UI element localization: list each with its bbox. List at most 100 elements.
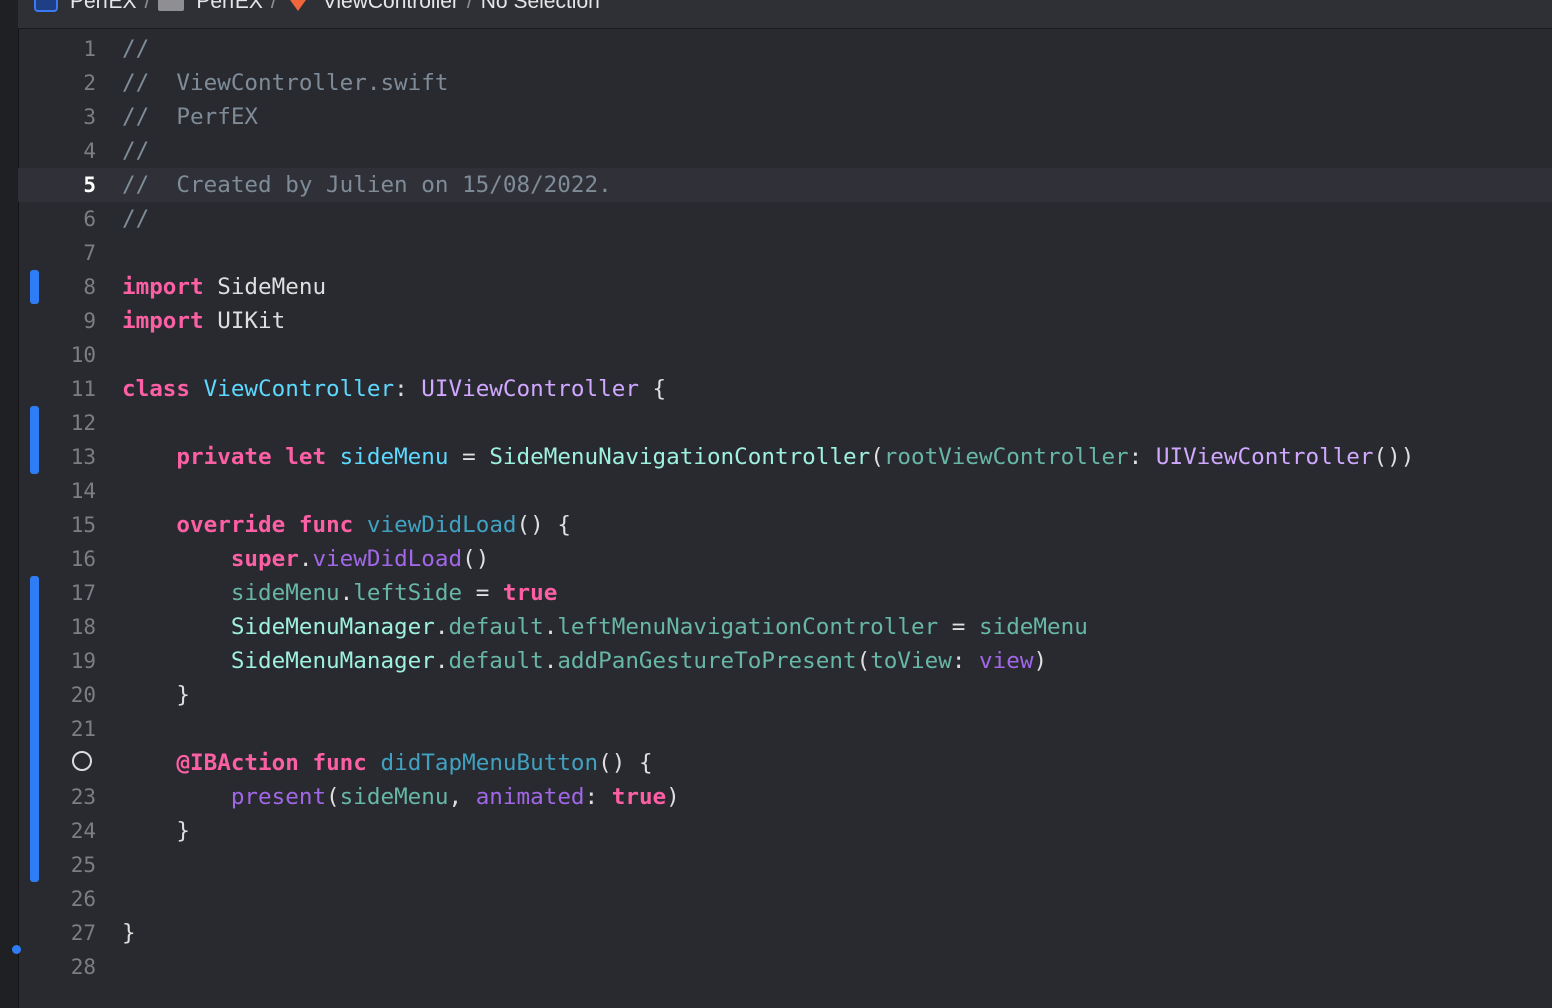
code-token: . — [434, 614, 449, 640]
breadcrumb: PerfEX / PerfEX / ViewController / No Se… — [34, 0, 600, 14]
code-line[interactable]: 11 class ViewController: UIViewController… — [18, 372, 1552, 406]
line-number: 15 — [70, 513, 96, 537]
code-content: super.viewDidLoad() — [122, 542, 489, 576]
line-number: 28 — [70, 955, 96, 979]
line-number: 10 — [70, 343, 96, 367]
code-token: } — [122, 920, 136, 946]
code-token: SideMenuManager — [230, 648, 435, 674]
line-number: 27 — [70, 921, 96, 945]
code-content: SideMenuManager.default.leftMenuNavigati… — [122, 610, 1088, 644]
code-token: true — [611, 784, 667, 810]
code-line[interactable]: 24 } — [18, 814, 1552, 848]
code-line[interactable]: 4 // — [18, 134, 1552, 168]
code-line[interactable]: 16 super.viewDidLoad() — [18, 542, 1552, 576]
code-content: } — [122, 678, 190, 712]
code-content: // PerfEX — [122, 100, 258, 134]
code-token: ) — [666, 784, 680, 810]
code-token: . — [434, 648, 449, 674]
code-line[interactable]: 14 — [18, 474, 1552, 508]
code-content: sideMenu.leftSide = true — [122, 576, 558, 610]
folder-icon — [158, 0, 185, 11]
breadcrumb-project[interactable]: PerfEX — [34, 0, 137, 14]
code-token: viewDidLoad — [366, 512, 517, 538]
code-token: import — [122, 274, 204, 300]
line-number: 26 — [70, 887, 96, 911]
code-token: () { — [598, 750, 653, 776]
code-line[interactable]: 18 SideMenuManager.default.leftMenuNavig… — [18, 610, 1552, 644]
code-line[interactable]: 12 — [18, 406, 1552, 440]
code-token: : — [584, 784, 612, 810]
code-token: // ViewController.swift — [122, 70, 449, 96]
code-line[interactable]: 27} — [18, 916, 1552, 950]
code-token: present — [230, 784, 327, 810]
breadcrumb-selection[interactable]: No Selection — [481, 0, 600, 14]
breadcrumb-folder[interactable]: PerfEX — [158, 0, 263, 14]
code-token: ViewController — [203, 376, 395, 402]
code-token: = — [462, 580, 503, 606]
code-token: func — [298, 512, 354, 538]
line-number: 13 — [70, 445, 96, 469]
code-content: // Created by Julien on 15/08/2022. — [122, 168, 612, 202]
code-content: import UIKit — [122, 304, 285, 338]
ibaction-connection-icon[interactable] — [72, 751, 92, 771]
code-line[interactable]: 7 — [18, 236, 1552, 270]
code-line[interactable]: 19 SideMenuManager.default.addPanGesture… — [18, 644, 1552, 678]
code-token: default — [448, 614, 544, 640]
code-token: rootViewController — [883, 444, 1129, 470]
code-line[interactable]: 3 // PerfEX — [18, 100, 1552, 134]
line-number: 24 — [70, 819, 96, 843]
code-line[interactable]: 8 import SideMenu — [18, 270, 1552, 304]
code-token: view — [979, 648, 1034, 674]
code-line[interactable]: @IBAction func didTapMenuButton() { — [18, 746, 1552, 780]
code-line[interactable]: 6 // — [18, 202, 1552, 236]
code-token: leftMenuNavigationController — [557, 614, 939, 640]
code-line[interactable]: 9 import UIKit — [18, 304, 1552, 338]
line-number: 5 — [83, 173, 96, 197]
navigator-edge — [0, 0, 19, 1008]
code-line[interactable]: 10 — [18, 338, 1552, 372]
line-number: 18 — [70, 615, 96, 639]
code-token: class — [122, 376, 191, 402]
code-line[interactable]: 2 // ViewController.swift — [18, 66, 1552, 100]
code-token: SideMenuManager — [230, 614, 435, 640]
code-token: // — [122, 36, 150, 62]
code-line[interactable]: 20 } — [18, 678, 1552, 712]
code-line[interactable]: 26 — [18, 882, 1552, 916]
code-line[interactable]: 17 sideMenu.leftSide = true — [18, 576, 1552, 610]
code-token: ( — [326, 784, 340, 810]
line-number: 8 — [83, 275, 96, 299]
code-line[interactable]: 15 override func viewDidLoad() { — [18, 508, 1552, 542]
code-content: // — [122, 32, 149, 66]
code-editor-window: PerfEX / PerfEX / ViewController / No Se… — [0, 0, 1552, 1008]
code-token: default — [448, 648, 544, 674]
code-line[interactable]: 23 present(sideMenu, animated: true) — [18, 780, 1552, 814]
code-line[interactable]: 13 private let sideMenu = SideMenuNaviga… — [18, 440, 1552, 474]
source-code-area[interactable]: 1 // 2 // ViewController.swift 3 // PerfEX 4 //… — [18, 32, 1552, 984]
breadcrumb-separator: / — [270, 0, 277, 13]
breadcrumb-file-label: ViewController — [322, 0, 459, 13]
breadcrumb-file[interactable]: ViewController — [284, 0, 459, 14]
code-line[interactable]: 1 // — [18, 32, 1552, 66]
code-token: . — [339, 580, 354, 606]
code-token: UIViewController — [421, 376, 639, 402]
code-token: ( — [870, 444, 884, 470]
code-token: SideMenu — [203, 274, 327, 300]
code-token: : — [394, 376, 422, 402]
code-token: . — [298, 546, 313, 572]
code-line[interactable]: 28 — [18, 950, 1552, 984]
code-content: } — [122, 814, 190, 848]
code-line[interactable]: 21 — [18, 712, 1552, 746]
code-line[interactable]: 5 // Created by Julien on 15/08/2022. — [18, 168, 1552, 202]
code-token: SideMenuNavigationController — [489, 444, 871, 470]
breadcrumb-folder-label: PerfEX — [196, 0, 263, 13]
code-line[interactable]: 25 — [18, 848, 1552, 882]
gutter-dot-marker — [12, 945, 21, 954]
